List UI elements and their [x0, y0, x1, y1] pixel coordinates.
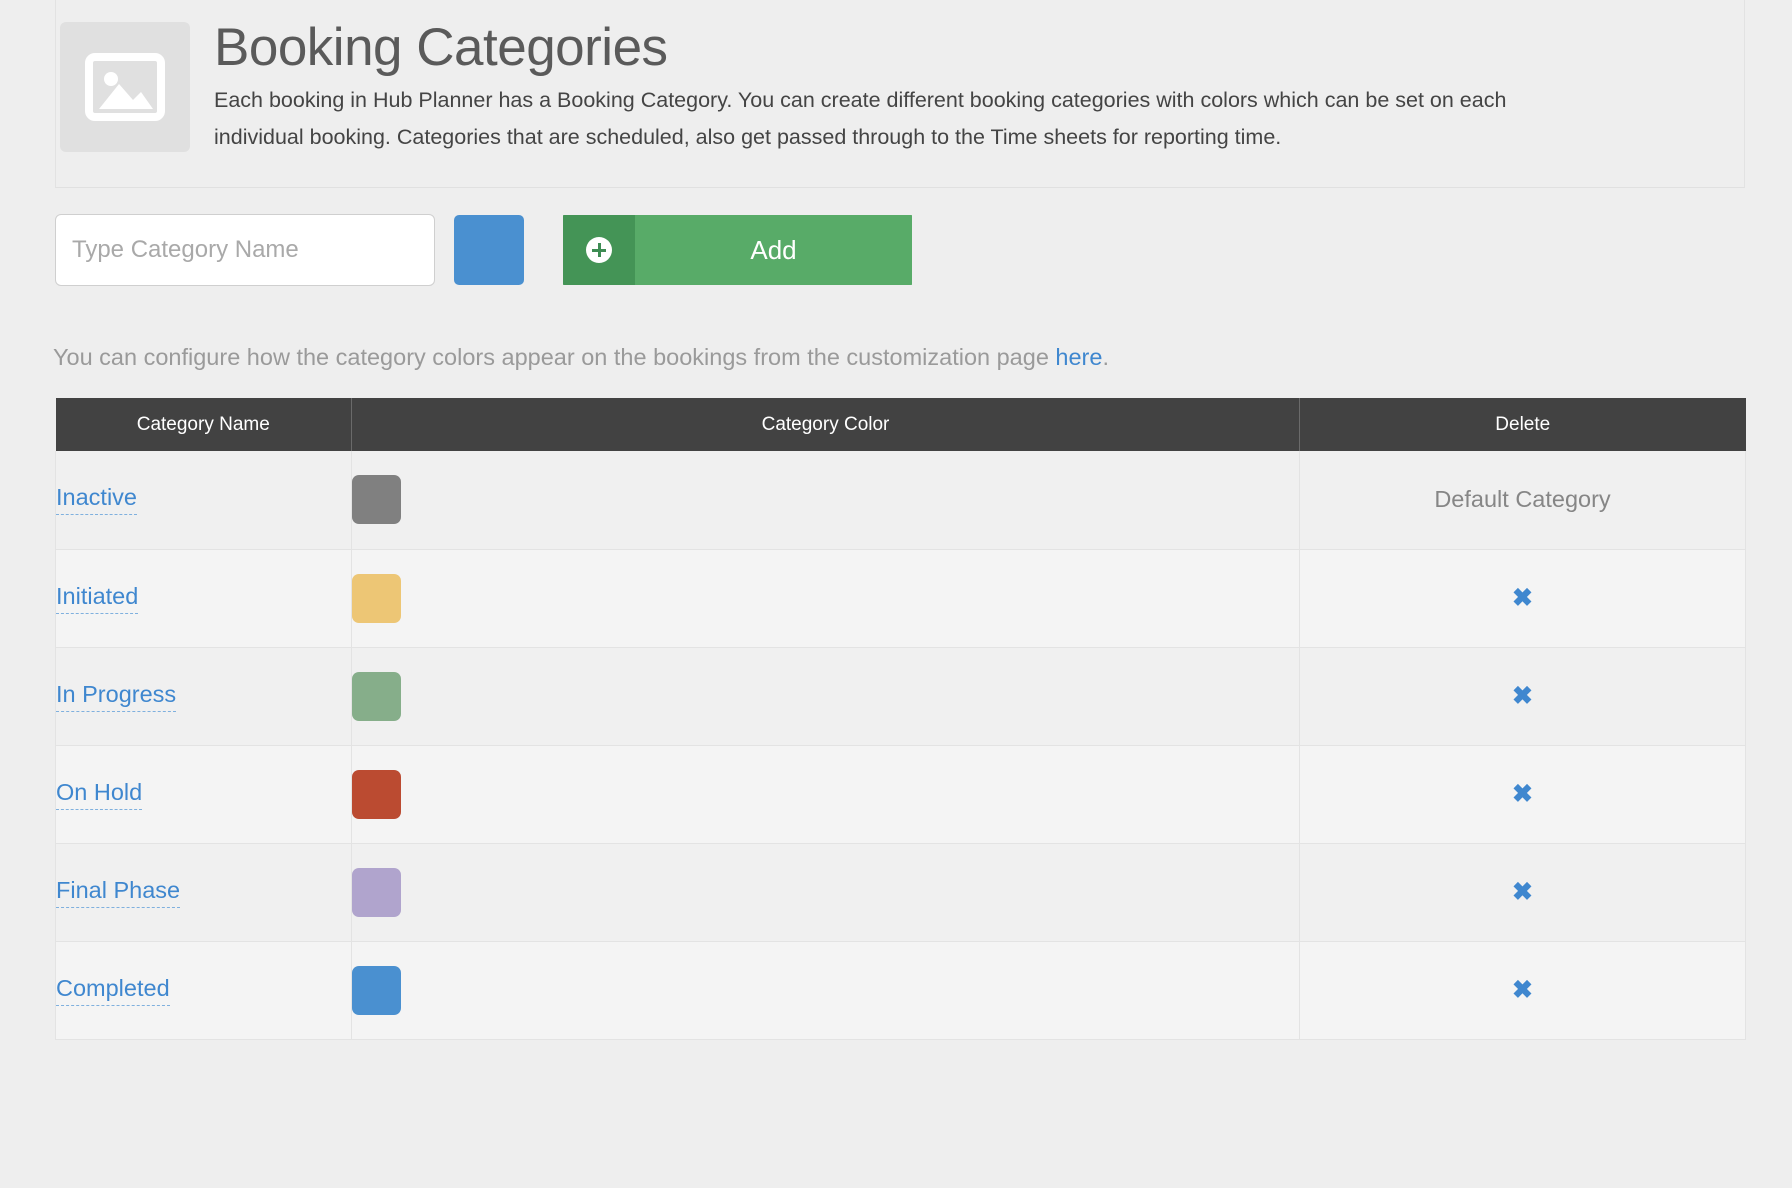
cell-category-name: Completed — [55, 941, 352, 1040]
page-title: Booking Categories — [214, 18, 668, 77]
category-name-link[interactable]: Inactive — [56, 484, 137, 516]
category-name-link[interactable]: On Hold — [56, 779, 143, 810]
cell-delete: ✖ — [1299, 745, 1746, 844]
cross-icon[interactable]: ✖ — [1512, 683, 1533, 709]
cell-category-color — [351, 647, 1300, 746]
page-description: Each booking in Hub Planner has a Bookin… — [214, 87, 1507, 149]
helper-note-suffix: . — [1102, 344, 1109, 370]
category-color-swatch[interactable] — [352, 573, 401, 623]
column-header-category-name: Category Name — [55, 398, 352, 451]
cell-delete: ✖ — [1299, 647, 1746, 746]
customization-helper-note: You can configure how the category color… — [53, 344, 1109, 371]
categories-table: Category Name Category Color Delete Inac… — [55, 398, 1746, 1040]
cell-category-color — [351, 451, 1300, 550]
table-header: Category Name Category Color Delete — [55, 398, 1746, 451]
cell-category-color — [351, 745, 1300, 844]
cell-delete: Default Category — [1299, 451, 1746, 550]
helper-note-text: You can configure how the category color… — [53, 344, 1056, 370]
page-header-panel: Booking Categories Each booking in Hub P… — [55, 0, 1745, 188]
category-name-link[interactable]: Initiated — [56, 583, 139, 614]
column-header-category-color: Category Color — [351, 398, 1300, 451]
category-name-link[interactable]: Final Phase — [56, 877, 181, 908]
category-name-input[interactable] — [55, 214, 435, 286]
table-row: Completed ✖ — [55, 941, 1746, 1040]
create-category-form: Add — [55, 214, 912, 286]
cell-category-color — [351, 843, 1300, 942]
cell-category-name: On Hold — [55, 745, 352, 844]
category-color-swatch[interactable] — [352, 671, 401, 721]
category-name-link[interactable]: In Progress — [56, 681, 177, 712]
customization-page-link[interactable]: here — [1055, 344, 1102, 370]
booking-categories-page: Booking Categories Each booking in Hub P… — [0, 0, 1792, 1188]
cell-category-color — [351, 549, 1300, 648]
cell-delete: ✖ — [1299, 843, 1746, 942]
category-color-swatch[interactable] — [352, 769, 401, 819]
cross-icon[interactable]: ✖ — [1512, 977, 1533, 1003]
category-name-link[interactable]: Completed — [56, 975, 170, 1006]
cross-icon[interactable]: ✖ — [1512, 585, 1533, 611]
category-color-swatch[interactable] — [352, 867, 401, 917]
table-row: On Hold ✖ — [55, 745, 1746, 844]
category-color-picker-button[interactable] — [454, 215, 524, 285]
plus-circle-icon — [563, 215, 635, 285]
table-row: In Progress ✖ — [55, 647, 1746, 746]
table-row: Initiated ✖ — [55, 549, 1746, 648]
cross-icon[interactable]: ✖ — [1512, 879, 1533, 905]
cell-category-name: Initiated — [55, 549, 352, 648]
cell-category-name: In Progress — [55, 647, 352, 746]
image-placeholder-icon — [60, 22, 190, 152]
table-row: Inactive Default Category — [55, 451, 1746, 550]
default-category-label: Default Category — [1434, 486, 1611, 513]
cross-icon[interactable]: ✖ — [1512, 781, 1533, 807]
add-category-button[interactable]: Add — [563, 215, 912, 285]
cell-category-name: Inactive — [55, 451, 352, 550]
category-color-swatch[interactable] — [352, 965, 401, 1015]
add-button-label: Add — [635, 215, 912, 285]
cell-category-name: Final Phase — [55, 843, 352, 942]
cell-delete: ✖ — [1299, 941, 1746, 1040]
table-header-row: Category Name Category Color Delete — [55, 398, 1746, 451]
column-header-delete: Delete — [1299, 398, 1746, 451]
cell-category-color — [351, 941, 1300, 1040]
table-body: Inactive Default Category Initiated ✖ In Pro… — [55, 451, 1746, 1040]
table-row: Final Phase ✖ — [55, 843, 1746, 942]
category-color-swatch[interactable] — [352, 475, 401, 525]
cell-delete: ✖ — [1299, 549, 1746, 648]
